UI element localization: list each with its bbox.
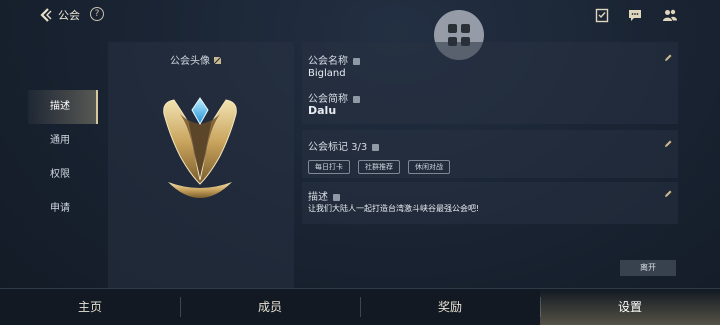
page-title: 公会	[58, 9, 80, 22]
leave-guild-button[interactable]: 离开	[620, 260, 676, 276]
chat-icon[interactable]	[627, 7, 643, 23]
friends-icon[interactable]	[662, 7, 678, 23]
edit-pencil-icon[interactable]	[214, 57, 221, 64]
description-label: 描述	[308, 188, 340, 203]
tab-general[interactable]: 通用	[28, 124, 98, 158]
guild-tags-panel: 公会标记 3/3 每日打卡 社群推荐 休闲对战	[302, 130, 678, 178]
nav-settings[interactable]: 设置	[540, 289, 720, 325]
guild-tags-label: 公会标记 3/3	[308, 138, 380, 153]
left-tab-list: 描述 通用 权限 申请	[28, 90, 98, 226]
guild-description-panel: 描述 让我们大陆人一起打造台湾激斗峡谷最强公会吧!	[302, 182, 678, 224]
guild-avatar-label: 公会头像	[170, 52, 221, 67]
tag-chip[interactable]: 社群推荐	[358, 160, 400, 174]
guild-short-name-label: 公会简称	[308, 90, 360, 105]
tab-description[interactable]: 描述	[28, 90, 98, 124]
tab-applications[interactable]: 申请	[28, 192, 98, 226]
info-icon[interactable]	[353, 95, 360, 103]
guild-short-name-value: Dalu	[308, 104, 337, 117]
guild-emblem[interactable]	[160, 94, 240, 198]
info-icon[interactable]	[372, 143, 380, 151]
tag-chip[interactable]: 休闲对战	[408, 160, 450, 174]
edit-tags-icon[interactable]	[664, 140, 672, 148]
info-icon[interactable]	[333, 193, 340, 201]
nav-home[interactable]: 主页	[0, 289, 180, 325]
info-icon[interactable]	[353, 57, 360, 65]
back-arrow-icon[interactable]	[38, 7, 54, 23]
guild-name-value: Bigland	[308, 68, 346, 79]
nav-members[interactable]: 成员	[180, 289, 360, 325]
top-bar: 公会 ?	[0, 0, 720, 32]
bottom-nav: 主页 成员 奖励 设置	[0, 288, 720, 325]
edit-name-icon[interactable]	[664, 54, 672, 62]
guild-name-label: 公会名称	[308, 52, 360, 67]
guild-info-panel: 公会名称 Bigland 公会简称 Dalu	[302, 42, 678, 124]
edit-description-icon[interactable]	[664, 190, 672, 198]
guild-avatar-panel: 公会头像	[108, 42, 294, 288]
tag-chip[interactable]: 每日打卡	[308, 160, 350, 174]
description-text: 让我们大陆人一起打造台湾激斗峡谷最强公会吧!	[308, 204, 480, 213]
tab-permissions[interactable]: 权限	[28, 158, 98, 192]
nav-rewards[interactable]: 奖励	[360, 289, 540, 325]
help-icon[interactable]: ?	[90, 7, 104, 21]
checklist-icon[interactable]	[594, 7, 610, 23]
